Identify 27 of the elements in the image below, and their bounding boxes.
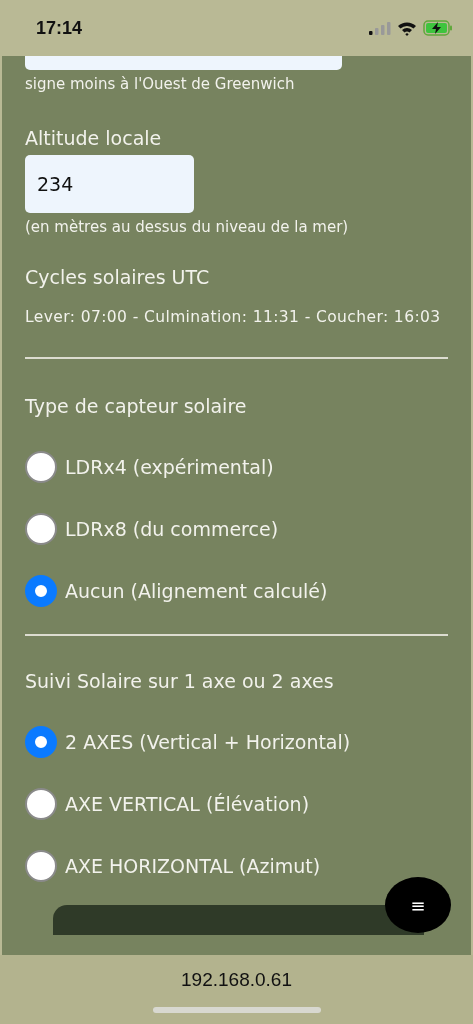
radio-button[interactable] [25, 575, 57, 607]
section-title: Suivi Solaire sur 1 axe ou 2 axes [25, 670, 335, 692]
sun-cycle-times: Lever: 07:00 - Culmination: 11:31 - Coucher: 16:03 [25, 307, 442, 328]
radio-label[interactable]: Aucun (Alignement calculé) [65, 580, 328, 602]
radio-button[interactable] [25, 726, 57, 758]
radio-label[interactable]: AXE HORIZONTAL (Azimut) [65, 855, 321, 877]
radio-label[interactable]: LDRx4 (expérimental) [65, 456, 274, 478]
altitude-input[interactable]: 234 [25, 155, 194, 213]
radio-label[interactable]: LDRx8 (du commerce) [65, 518, 279, 540]
radio-button[interactable] [25, 788, 57, 820]
field-hint: (en mètres au dessus du niveau de la mer) [25, 218, 350, 236]
radio-label[interactable]: 2 AXES (Vertical + Horizontal) [65, 731, 351, 753]
input-field[interactable] [25, 56, 342, 70]
radio-button[interactable] [25, 850, 57, 882]
section-title: Type de capteur solaire [25, 395, 248, 417]
field-hint: signe moins à l'Ouest de Greenwich [25, 75, 296, 93]
radio-label[interactable]: AXE VERTICAL (Élévation) [65, 793, 310, 815]
wifi-icon [397, 20, 417, 36]
radio-button[interactable] [25, 513, 57, 545]
menu-button[interactable]: ≡ [385, 877, 451, 933]
url-text[interactable]: 192.168.0.61 [181, 969, 292, 991]
radio-button[interactable] [25, 451, 57, 483]
battery-charging-icon [423, 20, 453, 36]
signal-icon [369, 21, 391, 35]
section-title: Cycles solaires UTC [25, 266, 211, 288]
field-label: Altitude locale [25, 127, 163, 149]
clock-time: 17:14 [36, 17, 83, 39]
